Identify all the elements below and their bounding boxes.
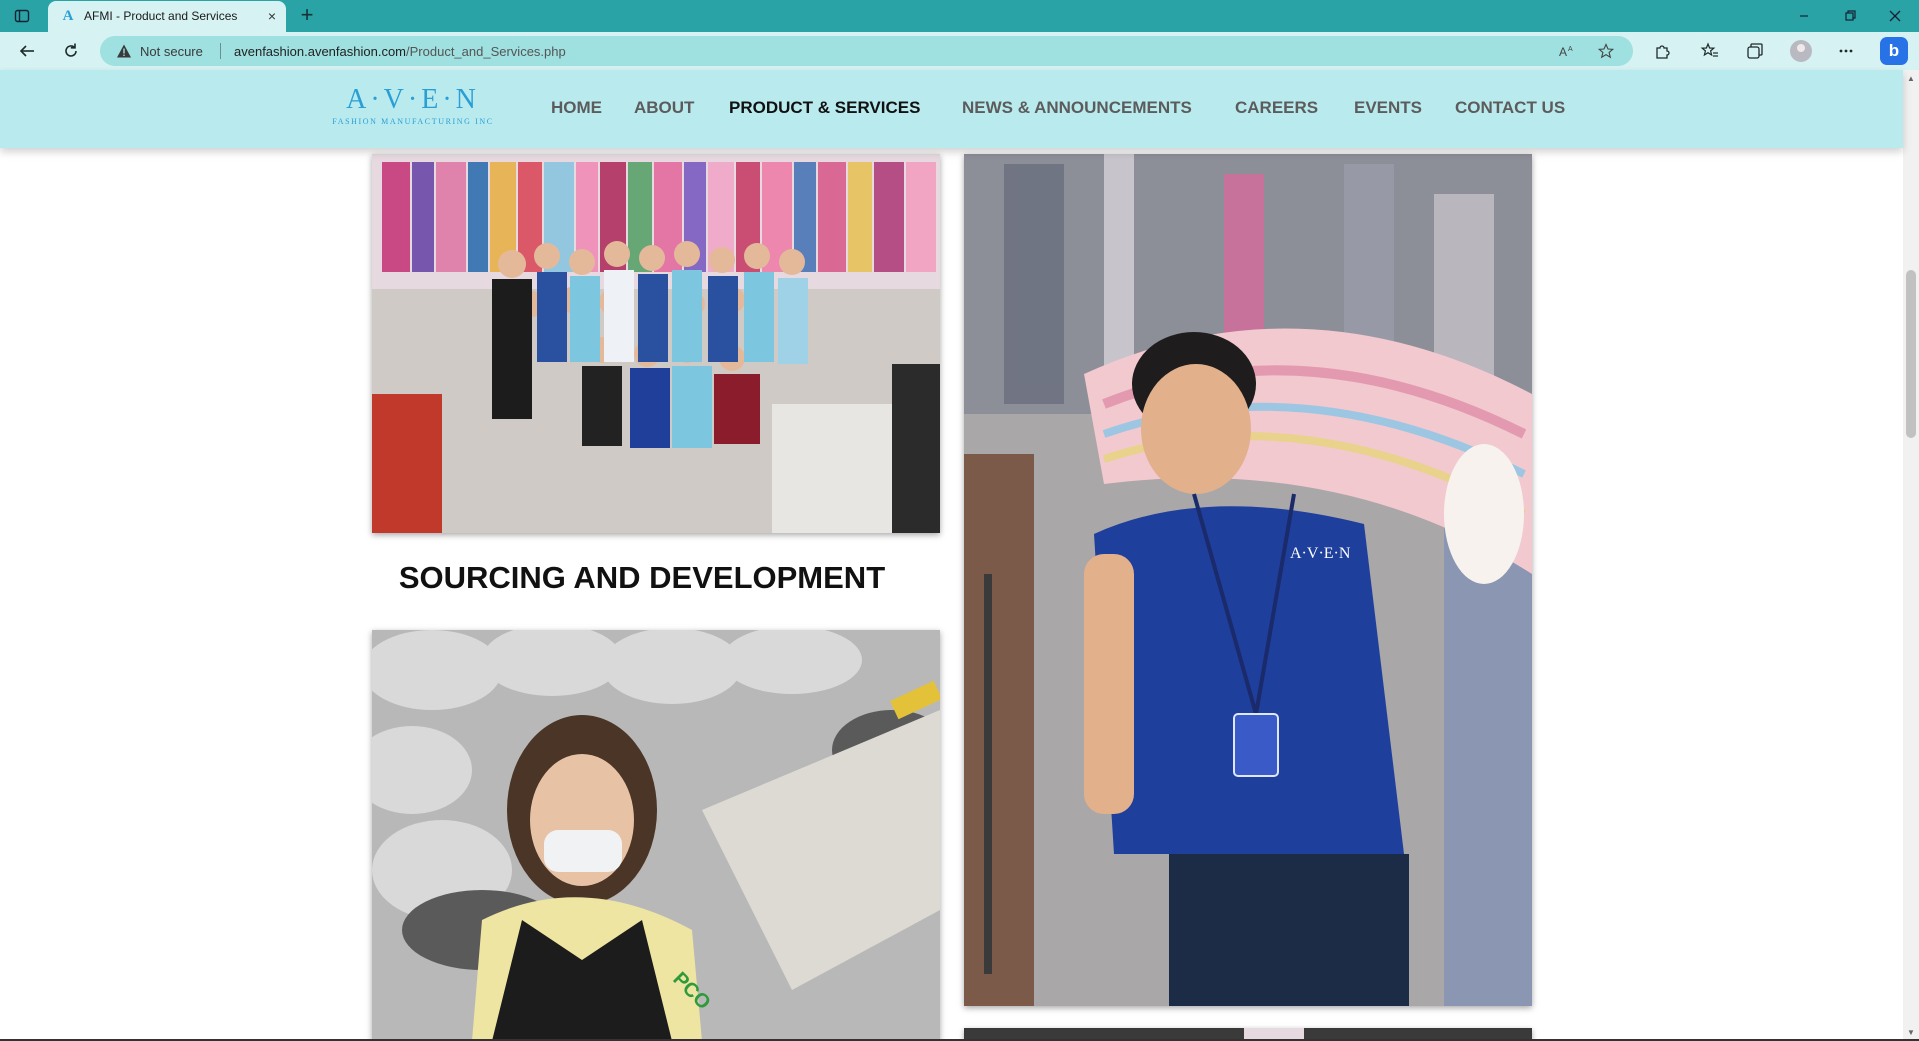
url-text[interactable]: avenfashion.avenfashion.com/Product_and_…	[234, 44, 566, 59]
logo-mark: A·V·E·N	[346, 84, 480, 115]
svg-text:A·V·E·N: A·V·E·N	[1290, 545, 1351, 562]
site-header: A·V·E·N FASHION MANUFACTURING INC HOME A…	[0, 70, 1903, 148]
svg-text:A: A	[1568, 46, 1573, 53]
address-bar[interactable]: Not secure avenfashion.avenfashion.com/P…	[100, 36, 1633, 66]
security-status-label[interactable]: Not secure	[140, 44, 203, 59]
browser-tab-active[interactable]: A AFMI - Product and Services ×	[48, 1, 286, 32]
scroll-down-icon[interactable]: ▼	[1907, 1028, 1915, 1037]
nav-news-announcements[interactable]: NEWS & ANNOUNCEMENTS	[962, 98, 1192, 118]
nav-careers[interactable]: CAREERS	[1235, 98, 1318, 118]
read-aloud-icon[interactable]: AA	[1558, 43, 1576, 62]
refresh-icon[interactable]	[61, 41, 81, 61]
scroll-up-icon[interactable]: ▲	[1907, 74, 1915, 83]
close-tab-icon[interactable]: ×	[268, 8, 276, 24]
warning-triangle-icon[interactable]	[116, 43, 132, 62]
restore-icon[interactable]	[1840, 6, 1860, 26]
site-favicon-icon: A	[62, 8, 74, 24]
nav-product-services[interactable]: PRODUCT & SERVICES	[729, 98, 920, 118]
favorite-star-icon[interactable]	[1597, 43, 1615, 62]
tab-actions-icon[interactable]	[14, 8, 30, 24]
minimize-icon[interactable]	[1794, 6, 1814, 26]
nav-about[interactable]: ABOUT	[634, 98, 694, 118]
logo-subtitle: FASHION MANUFACTURING INC	[332, 117, 494, 126]
quality-inspector-photo: PCO	[372, 630, 940, 1041]
bing-copilot-icon[interactable]: b	[1880, 37, 1908, 65]
close-window-icon[interactable]	[1885, 6, 1905, 26]
nav-home[interactable]: HOME	[551, 98, 602, 118]
new-tab-icon[interactable]: +	[296, 4, 318, 27]
collections-icon[interactable]	[1745, 41, 1765, 61]
nav-events[interactable]: EVENTS	[1354, 98, 1422, 118]
team-group-photo	[372, 154, 940, 533]
section-title: SOURCING AND DEVELOPMENT	[398, 560, 886, 595]
address-toolbar: Not secure avenfashion.avenfashion.com/P…	[0, 32, 1919, 70]
browser-tab-strip: A AFMI - Product and Services × +	[0, 0, 1919, 32]
more-options-icon[interactable]	[1836, 41, 1856, 61]
favorites-icon[interactable]	[1700, 41, 1720, 61]
scrollbar-thumb[interactable]	[1906, 270, 1916, 438]
tab-title: AFMI - Product and Services	[84, 9, 238, 23]
nav-contact-us[interactable]: CONTACT US	[1455, 98, 1565, 118]
url-host: avenfashion.avenfashion.com	[234, 44, 407, 59]
back-icon[interactable]	[17, 41, 37, 61]
extensions-icon[interactable]	[1652, 41, 1672, 61]
worker-carrying-fabric-photo: A·V·E·N	[964, 154, 1532, 1006]
url-path: /Product_and_Services.php	[406, 44, 566, 59]
profile-avatar-icon[interactable]	[1790, 40, 1812, 62]
page-scrollbar[interactable]: ▲ ▼	[1903, 70, 1919, 1041]
address-divider	[220, 43, 221, 59]
aven-logo[interactable]: A·V·E·N FASHION MANUFACTURING INC	[318, 84, 508, 136]
svg-text:A: A	[1559, 45, 1567, 59]
